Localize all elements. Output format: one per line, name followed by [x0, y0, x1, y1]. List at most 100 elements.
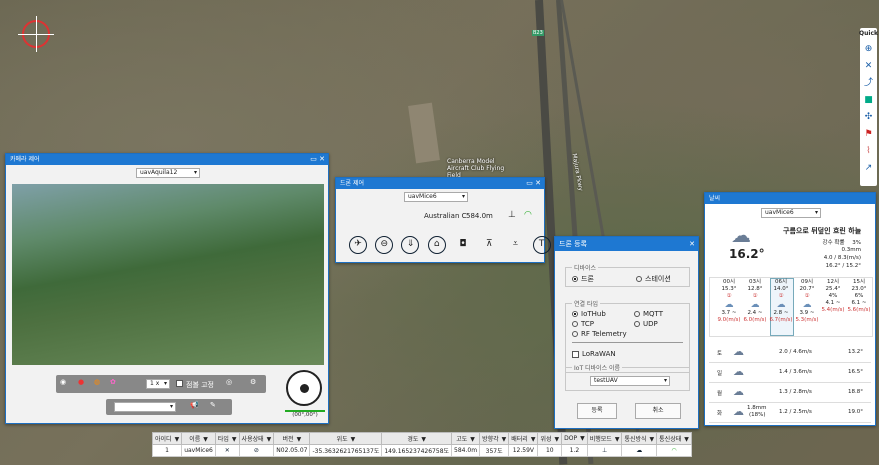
cloud-icon: ☁ [750, 300, 760, 310]
pen-icon[interactable]: ✎ [210, 401, 216, 409]
filter-icon[interactable]: ▼ [232, 436, 237, 443]
camera-video-feed[interactable] [12, 184, 324, 365]
drone-control-window: 드론 제어 ▭ ✕ uavMice6 Australian C 584.0m ⊥… [335, 177, 551, 263]
fix-checkbox[interactable] [176, 380, 183, 387]
hourly-gust: 5.4(m/s) [821, 307, 845, 313]
cancel-button[interactable]: 취소 [635, 403, 681, 419]
window-controls[interactable]: ▭ ✕ [310, 154, 325, 165]
snapshot-icon[interactable]: ◍ [94, 378, 100, 386]
column-header[interactable]: 위도 ▼ [309, 432, 383, 445]
column-header[interactable]: 배터리 ▼ [508, 432, 539, 445]
command-select[interactable] [114, 402, 176, 412]
close-icon[interactable]: ✕ [689, 237, 695, 251]
conn-option-rf[interactable]: RF Telemetry [572, 330, 627, 338]
register-button[interactable]: 등록 [577, 403, 617, 419]
radio-icon [572, 276, 578, 282]
window-controls[interactable]: ▭ ✕ [526, 178, 541, 189]
color-icon[interactable]: ✿ [110, 378, 116, 386]
filter-icon[interactable]: ▼ [615, 436, 620, 443]
column-header[interactable]: 통신상태 ▼ [656, 432, 692, 445]
precip-label-text: 강수 확률 [822, 240, 845, 246]
test-icon[interactable]: T [532, 236, 551, 254]
conn-option-udp[interactable]: UDP [634, 320, 658, 328]
table-row[interactable]: 1 uavMice6 ✕ ⊘ N02.05.07 -35.3632621765137도 14… [151, 444, 692, 457]
conn-option-iothub[interactable]: IoTHub [572, 310, 606, 318]
column-header[interactable]: 경도 ▼ [381, 432, 453, 445]
hourly-gust: 5.6(m/s) [847, 307, 871, 313]
weather-titlebar[interactable]: 날씨 [705, 193, 875, 204]
column-header[interactable]: 버전 ▼ [273, 432, 311, 445]
drone-icon[interactable]: ✣ [863, 112, 874, 123]
megaphone-icon[interactable]: 📢 [190, 401, 199, 409]
daily-wind: 1.4 / 3.6m/s [779, 369, 812, 375]
zoom-select[interactable]: 1 x [146, 379, 170, 389]
filter-icon[interactable]: ▼ [175, 436, 180, 443]
filter-icon[interactable]: ▼ [297, 436, 302, 443]
column-header[interactable]: 방향각 ▼ [479, 432, 510, 445]
filter-icon[interactable]: ▼ [650, 436, 655, 443]
filter-icon[interactable]: ▼ [502, 436, 507, 443]
device-option-station[interactable]: 스테이션 [636, 274, 671, 284]
capture-icon[interactable]: ● [78, 378, 84, 386]
column-header[interactable]: DOP ▼ [561, 432, 588, 445]
filter-icon[interactable]: ▼ [531, 436, 536, 443]
conn-option-tcp[interactable]: TCP [572, 320, 594, 328]
filter-icon[interactable]: ▼ [421, 436, 426, 443]
device-option-drone[interactable]: 드론 [572, 274, 594, 284]
return-icon[interactable]: ⌂ [427, 236, 446, 254]
camera-drone-icon[interactable]: ◘ [454, 237, 472, 255]
settings-icon[interactable]: ⚙ [250, 378, 256, 386]
camera-window-titlebar[interactable]: 카메라 제어 ▭ ✕ [6, 154, 328, 165]
add-icon[interactable]: ⊕ [863, 44, 874, 55]
compass-icon[interactable] [18, 16, 54, 52]
register-titlebar[interactable]: 드론 등록 ✕ [555, 237, 698, 251]
descend-icon[interactable]: ⩡ [506, 237, 524, 255]
radio-icon [634, 311, 640, 317]
flag-icon[interactable]: ⚑ [863, 129, 874, 140]
table-cell-value: 12.59V [512, 447, 534, 454]
column-header[interactable]: 고도 ▼ [451, 432, 481, 445]
hourly-item: 15시 23.0° 6% 6.1 ~5.6(m/s) [847, 279, 871, 314]
tools-icon[interactable]: ✕ [863, 61, 874, 72]
weather-condition: 구름으로 뒤덮인 흐린 하늘 [783, 227, 862, 235]
drone-select[interactable]: uavMice6 [404, 192, 468, 202]
filter-icon[interactable]: ▼ [267, 436, 272, 443]
filter-icon[interactable]: ▼ [555, 436, 560, 443]
filter-icon[interactable]: ▼ [203, 436, 208, 443]
lower-icon[interactable]: ⊼ [480, 237, 498, 255]
drone-window-titlebar[interactable]: 드론 제어 ▭ ✕ [336, 178, 544, 189]
hover-icon[interactable]: ⊖ [375, 236, 394, 254]
joystick-knob[interactable] [300, 384, 309, 393]
gimbal-icon[interactable]: ◎ [226, 378, 232, 386]
column-header[interactable]: 통신방식 ▼ [621, 432, 658, 445]
land-icon[interactable]: ⇓ [401, 236, 420, 254]
column-header[interactable]: 이름 ▼ [181, 432, 216, 445]
lorawan-checkbox[interactable]: LoRaWAN [572, 350, 616, 358]
conn-option-mqtt[interactable]: MQTT [634, 310, 663, 318]
filter-icon[interactable]: ▼ [470, 436, 475, 443]
camera-drone-select[interactable]: uavAquila12 [136, 168, 200, 178]
filter-icon[interactable]: ▼ [351, 436, 356, 443]
hourly-item: 06시 14.0° ① ☁ 2.8 ~6.7(m/s) [769, 279, 793, 324]
hourly-wind: 2.8 ~ [773, 310, 789, 316]
iot-device-select[interactable]: testUAV [590, 376, 670, 386]
gimbal-joystick[interactable] [286, 370, 322, 406]
drone-command-buttons: ✈ ⊖ ⇓ ⌂ ◘ ⊼ ⩡ T [346, 236, 554, 255]
share-icon[interactable]: ↗ [863, 163, 874, 174]
weather-drone-select[interactable]: uavMice6 [761, 208, 821, 218]
column-header[interactable]: 비행모드 ▼ [586, 432, 623, 445]
column-header[interactable]: 위성 ▼ [537, 432, 563, 445]
filter-icon[interactable]: ▼ [580, 435, 585, 442]
chart-icon[interactable]: ⌇ [863, 146, 874, 157]
takeoff-icon[interactable]: ✈ [349, 236, 367, 254]
flight-mode-icon: ⊥ [601, 447, 608, 454]
filter-icon[interactable]: ▼ [684, 436, 689, 443]
table-cell-value: 357도 [485, 448, 503, 455]
column-header[interactable]: 아이디 ▼ [151, 432, 183, 445]
route-icon[interactable]: ⤴ [863, 78, 874, 89]
daily-wind: 2.0 / 4.6m/s [779, 349, 812, 355]
column-header[interactable]: 사용상태 ▼ [238, 432, 275, 445]
column-header[interactable]: 타입 ▼ [214, 432, 240, 445]
camera-icon[interactable]: ■ [863, 95, 874, 106]
record-icon[interactable]: ◉ [60, 378, 66, 386]
